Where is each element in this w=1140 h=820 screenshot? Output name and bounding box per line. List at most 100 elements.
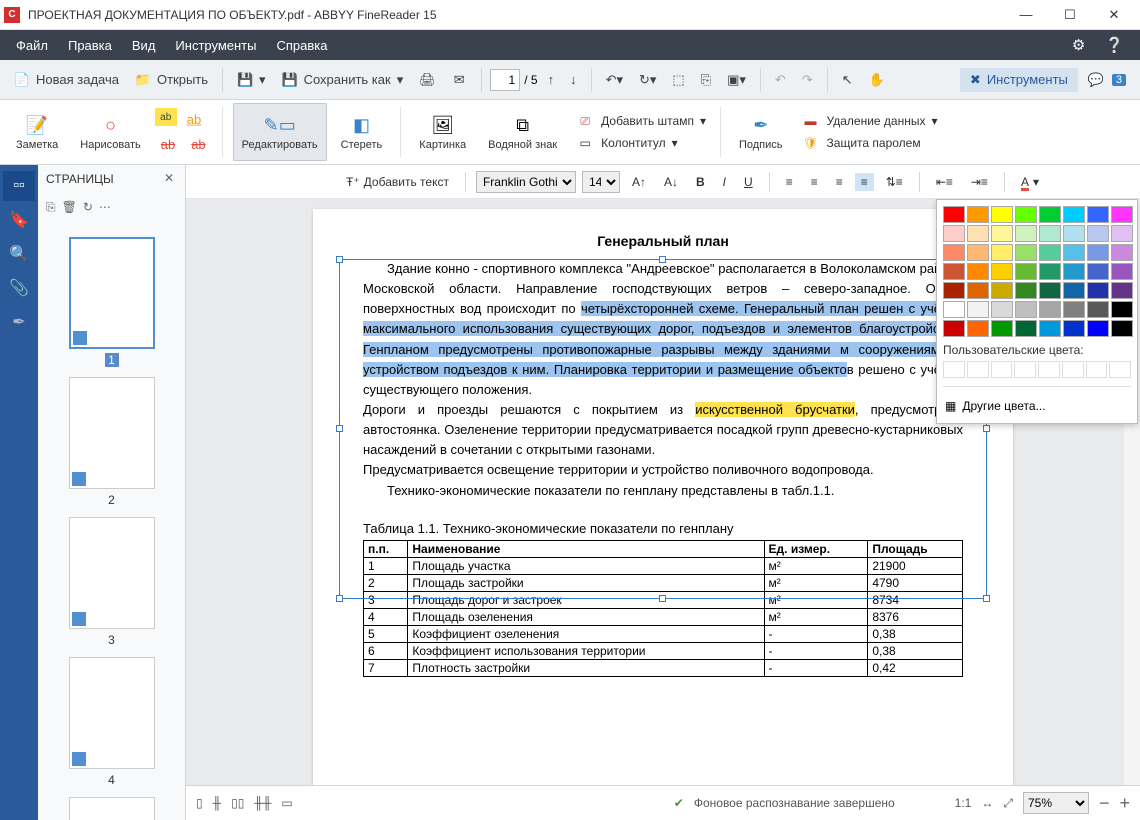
edit-tool[interactable]: ✎▭Редактировать: [233, 103, 327, 161]
indent-button[interactable]: ⇥≡: [965, 173, 994, 191]
color-swatch[interactable]: [943, 225, 965, 242]
print-button[interactable]: 🖨: [413, 68, 441, 92]
thumbnail-1[interactable]: [69, 237, 155, 349]
color-swatch[interactable]: [1087, 244, 1109, 261]
color-swatch[interactable]: [1015, 206, 1037, 223]
custom-swatch[interactable]: [1014, 361, 1036, 378]
zoom-out-button[interactable]: −: [1099, 793, 1110, 814]
color-swatch[interactable]: [1063, 282, 1085, 299]
rotate-left-button[interactable]: ↶▾: [600, 68, 629, 92]
color-swatch[interactable]: [943, 320, 965, 337]
custom-swatch[interactable]: [967, 361, 989, 378]
color-swatch[interactable]: [1039, 263, 1061, 280]
custom-swatch[interactable]: [1038, 361, 1060, 378]
outdent-button[interactable]: ⇤≡: [930, 173, 959, 191]
color-swatch[interactable]: [1063, 225, 1085, 242]
delete-data-button[interactable]: ▬Удаление данных ▾: [797, 111, 942, 131]
view-fullscreen-icon[interactable]: ▭: [281, 796, 292, 810]
color-swatch[interactable]: [991, 244, 1013, 261]
color-swatch[interactable]: [1063, 320, 1085, 337]
color-swatch[interactable]: [991, 225, 1013, 242]
size-select[interactable]: 14: [582, 171, 620, 193]
tools-panel-button[interactable]: ✖Инструменты: [960, 68, 1078, 92]
note-tool[interactable]: 📝Заметка: [8, 103, 66, 161]
cursor-button[interactable]: ↖: [836, 68, 859, 92]
color-swatch[interactable]: [1111, 206, 1133, 223]
page-down-button[interactable]: ↓: [564, 68, 583, 91]
picture-tool[interactable]: 🖼Картинка: [411, 103, 474, 161]
color-swatch[interactable]: [1111, 320, 1133, 337]
thumbnail-4[interactable]: [69, 657, 155, 769]
color-swatch[interactable]: [991, 263, 1013, 280]
color-swatch[interactable]: [1039, 225, 1061, 242]
color-swatch[interactable]: [1087, 282, 1109, 299]
other-colors-button[interactable]: ▦Другие цвета...: [943, 395, 1131, 417]
color-swatch[interactable]: [1015, 263, 1037, 280]
color-swatch[interactable]: [1063, 244, 1085, 261]
color-swatch[interactable]: [1087, 225, 1109, 242]
color-swatch[interactable]: [943, 244, 965, 261]
view-continuous-icon[interactable]: ╫: [213, 796, 222, 810]
rail-signatures-icon[interactable]: ✒: [3, 307, 35, 337]
menu-tools[interactable]: Инструменты: [165, 32, 266, 59]
color-swatch[interactable]: [967, 263, 989, 280]
color-swatch[interactable]: [1111, 301, 1133, 318]
color-swatch[interactable]: [1087, 263, 1109, 280]
color-swatch[interactable]: [1039, 206, 1061, 223]
add-stamp-button[interactable]: ⎚Добавить штамп ▾: [571, 111, 710, 131]
rail-attachments-icon[interactable]: 📎: [3, 273, 35, 303]
color-swatch[interactable]: [1087, 301, 1109, 318]
font-color-button[interactable]: A▾: [1015, 173, 1045, 191]
header-footer-button[interactable]: ▭Колонтитул ▾: [571, 133, 710, 153]
align-justify-button[interactable]: ≡: [855, 173, 874, 191]
color-swatch[interactable]: [991, 206, 1013, 223]
color-swatch[interactable]: [943, 263, 965, 280]
erase-tool[interactable]: ◧Стереть: [333, 103, 391, 161]
rail-pages-icon[interactable]: ▫▫: [3, 171, 35, 201]
ratio-label[interactable]: 1:1: [955, 796, 972, 810]
save-button[interactable]: 💾▾: [231, 68, 272, 92]
page-up-button[interactable]: ↑: [542, 68, 561, 91]
menu-file[interactable]: Файл: [6, 32, 58, 59]
settings-icon[interactable]: ⚙: [1062, 30, 1095, 60]
more-pages-icon[interactable]: ⋯: [99, 200, 111, 214]
custom-swatch[interactable]: [943, 361, 965, 378]
color-swatch[interactable]: [1039, 301, 1061, 318]
crop-button[interactable]: ⬚: [666, 68, 690, 92]
color-swatch[interactable]: [1111, 263, 1133, 280]
color-swatch[interactable]: [1111, 282, 1133, 299]
custom-swatch[interactable]: [1086, 361, 1108, 378]
color-swatch[interactable]: [1063, 263, 1085, 280]
custom-swatch[interactable]: [1062, 361, 1084, 378]
maximize-button[interactable]: ☐: [1048, 0, 1092, 30]
thumbnail-2[interactable]: [69, 377, 155, 489]
color-swatch[interactable]: [967, 301, 989, 318]
color-swatch[interactable]: [967, 225, 989, 242]
signature-tool[interactable]: ✒Подпись: [731, 103, 791, 161]
menu-help[interactable]: Справка: [266, 32, 337, 59]
color-swatch[interactable]: [967, 282, 989, 299]
thumbnail-5[interactable]: [69, 797, 155, 820]
zoom-select[interactable]: 75%: [1023, 792, 1089, 814]
menu-view[interactable]: Вид: [122, 32, 166, 59]
thumbnails[interactable]: 1 2 3 4: [38, 221, 185, 820]
redo-button[interactable]: ↷: [796, 68, 819, 92]
watermark-tool[interactable]: ⧉Водяной знак: [480, 103, 565, 161]
undo-button[interactable]: ↶: [769, 68, 792, 92]
text-selection-box[interactable]: [339, 259, 987, 599]
color-swatch[interactable]: [1015, 225, 1037, 242]
color-swatch[interactable]: [1063, 301, 1085, 318]
color-swatch[interactable]: [967, 206, 989, 223]
close-button[interactable]: ✕: [1092, 0, 1136, 30]
strike-tool[interactable]: ab: [155, 133, 181, 156]
help-icon[interactable]: ❔: [1095, 30, 1134, 60]
highlight-tool[interactable]: ab: [155, 108, 177, 126]
custom-swatch[interactable]: [991, 361, 1013, 378]
custom-swatch[interactable]: [1109, 361, 1131, 378]
mail-button[interactable]: ✉: [445, 68, 473, 92]
hand-button[interactable]: ✋: [863, 68, 891, 92]
align-left-button[interactable]: ≡: [780, 173, 799, 191]
line-spacing-button[interactable]: ⇅≡: [880, 173, 909, 191]
color-swatch[interactable]: [1039, 244, 1061, 261]
increase-font-button[interactable]: A↑: [626, 173, 652, 191]
